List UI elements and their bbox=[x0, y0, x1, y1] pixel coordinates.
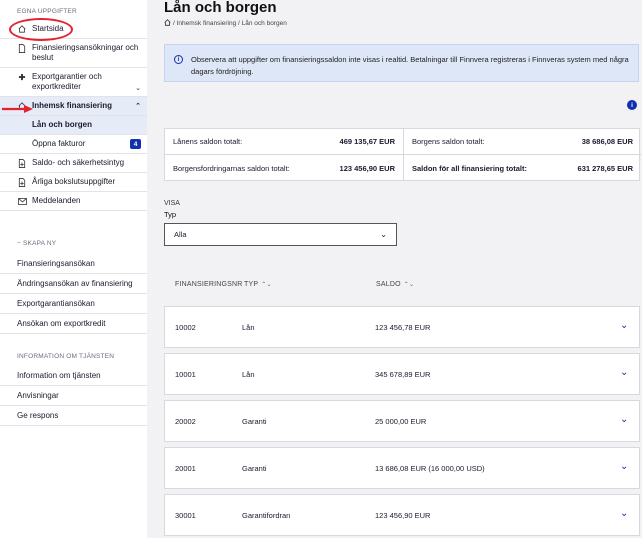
type-filter-select[interactable]: Alla ⌄ bbox=[164, 223, 397, 246]
envelope-icon bbox=[17, 197, 27, 205]
document-icon bbox=[17, 44, 27, 53]
help-icon[interactable]: i bbox=[627, 100, 637, 110]
invoice-count-badge: 4 bbox=[130, 139, 141, 149]
sort-icon: ⌃⌄ bbox=[261, 282, 272, 288]
totals-panel: Lånens saldon totalt: 469 135,67 EUR Bor… bbox=[164, 128, 641, 181]
home-icon[interactable] bbox=[164, 19, 171, 28]
table-row[interactable]: 10002 Lån 123 456,78 EUR ⌄ bbox=[164, 306, 640, 348]
create-export-guarantee-link[interactable]: Exportgarantiansökan bbox=[0, 294, 147, 314]
sidebar: EGNA UPPGIFTER Startsida Finansieringsan… bbox=[0, 0, 147, 538]
column-header-balance[interactable]: SALDO ⌃⌄ bbox=[376, 281, 414, 288]
feedback-link[interactable]: Ge respons bbox=[0, 406, 147, 426]
sidebar-item-messages[interactable]: Meddelanden bbox=[0, 192, 147, 211]
sidebar-item-certificates[interactable]: Saldo- och säkerhetsintyg bbox=[0, 154, 147, 173]
all-financing-total: Saldon för all finansiering totalt: 631 … bbox=[403, 155, 641, 181]
info-text: Observera att uppgifter om finansierings… bbox=[191, 55, 629, 76]
sidebar-item-invoices[interactable]: Öppna fakturor 4 bbox=[0, 135, 147, 154]
document-plus-icon bbox=[17, 177, 27, 187]
chevron-down-icon[interactable]: ⌄ bbox=[620, 414, 628, 425]
chevron-down-icon[interactable]: ⌄ bbox=[620, 367, 628, 378]
section-info-title: INFORMATION OM TJÄNSTEN bbox=[17, 353, 115, 360]
table-row[interactable]: 10001 Lån 345 678,89 EUR ⌄ bbox=[164, 353, 640, 395]
chevron-down-icon[interactable]: ⌄ bbox=[620, 320, 628, 331]
create-export-credit-link[interactable]: Ansökan om exportkredit bbox=[0, 314, 147, 334]
column-header-number[interactable]: FINANSIERINGSNR bbox=[175, 281, 243, 288]
create-change-application-link[interactable]: Ändringsansökan av finansiering bbox=[0, 274, 147, 294]
section-own-title: EGNA UPPGIFTER bbox=[17, 8, 77, 15]
sidebar-item-loans[interactable]: Lån och borgen bbox=[0, 116, 147, 135]
info-about-service-link[interactable]: Information om tjänsten bbox=[0, 366, 147, 386]
sidebar-item-applications[interactable]: Finansieringsansökningar och beslut bbox=[0, 39, 147, 68]
chevron-down-icon[interactable]: ⌄ bbox=[135, 84, 141, 92]
column-header-type[interactable]: TYP ⌃⌄ bbox=[244, 281, 272, 288]
info-icon: i bbox=[174, 55, 183, 64]
table-row[interactable]: 20001 Garanti 13 686,08 EUR (16 000,00 U… bbox=[164, 447, 640, 489]
chevron-down-icon[interactable]: ⌄ bbox=[620, 461, 628, 472]
chevron-down-icon[interactable]: ⌄ bbox=[620, 508, 628, 519]
type-filter-label: Typ bbox=[164, 210, 177, 219]
chevron-up-icon[interactable]: ⌃ bbox=[135, 102, 141, 110]
breadcrumb[interactable]: / Inhemsk finansiering / Lån och borgen bbox=[164, 19, 287, 28]
sidebar-item-export[interactable]: ✚ Exportgarantier och exportkrediter ⌄ bbox=[0, 68, 147, 97]
info-notice: i Observera att uppgifter om finansierin… bbox=[164, 44, 639, 82]
table-row[interactable]: 30001 Garantifordran 123 456,90 EUR ⌄ bbox=[164, 494, 640, 536]
table-row[interactable]: 20002 Garanti 25 000,00 EUR ⌄ bbox=[164, 400, 640, 442]
chevron-down-icon: ⌄ bbox=[380, 230, 387, 239]
filter-section-label: VISA bbox=[164, 200, 180, 207]
red-arrow-icon bbox=[2, 105, 33, 113]
sidebar-item-annual[interactable]: Årliga bokslutsuppgifter bbox=[0, 173, 147, 192]
loans-total: Lånens saldon totalt: 469 135,67 EUR bbox=[165, 129, 403, 155]
page-title: Lån och borgen bbox=[164, 0, 277, 16]
guarantees-total: Borgens saldon totalt: 38 686,08 EUR bbox=[403, 129, 641, 155]
document-plus-icon bbox=[17, 158, 27, 168]
arrows-icon: ✚ bbox=[18, 73, 26, 82]
create-financing-application-link[interactable]: Finansieringsansökan bbox=[0, 254, 147, 274]
sort-icon: ⌃⌄ bbox=[403, 282, 415, 288]
highlight-ellipse bbox=[9, 18, 73, 41]
instructions-link[interactable]: Anvisningar bbox=[0, 386, 147, 406]
section-create-title[interactable]: − SKAPA NY bbox=[0, 240, 56, 247]
main-content: Lån och borgen / Inhemsk finansiering / … bbox=[147, 0, 642, 538]
receivables-total: Borgensfordringarnas saldon totalt: 123 … bbox=[173, 163, 395, 173]
